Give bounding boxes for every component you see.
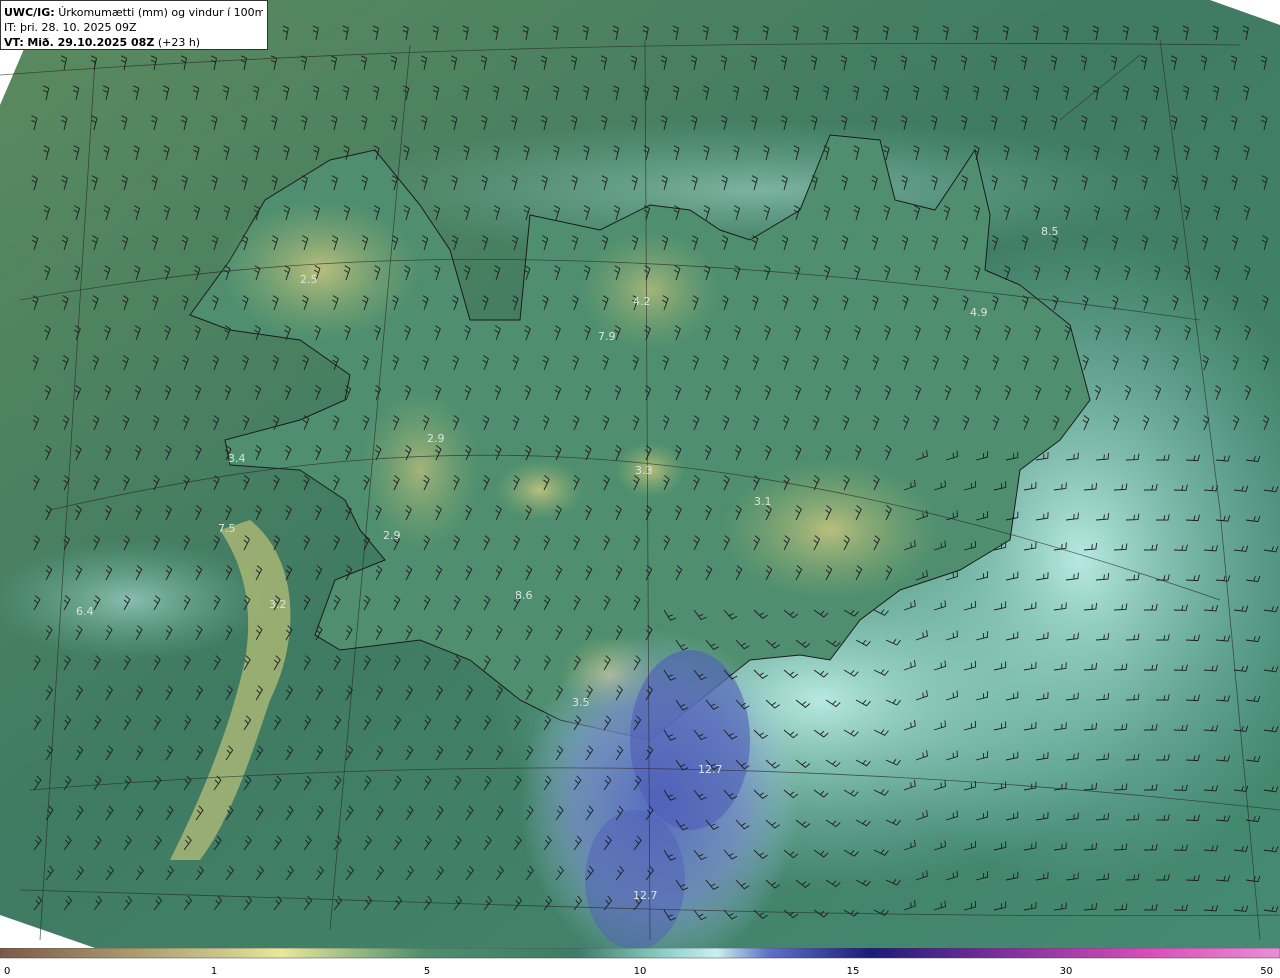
heavy-precip-core-south — [585, 810, 685, 948]
label-far-west-sea: 6.4 — [76, 605, 94, 618]
colorbar-tick-1: 1 — [211, 966, 217, 977]
label-west: 2.9 — [427, 432, 445, 445]
colorbar-tick-5: 30 — [1060, 966, 1073, 977]
label-central: 3.3 — [635, 464, 653, 477]
valid-label: VT: — [4, 36, 24, 49]
colorbar-tick-4: 15 — [847, 966, 860, 977]
map-title: Úrkomumætti (mm) og vindur í 100m hæð — [58, 6, 263, 19]
label-east: 4.9 — [970, 306, 988, 319]
heavy-precip-core — [630, 650, 750, 830]
label-reykjanes: 2.9 — [383, 529, 401, 542]
valid-time: Mið. 29.10.2025 08Z — [27, 36, 155, 49]
label-north-west: 4.2 — [633, 295, 651, 308]
label-westfjords: 2.5 — [300, 273, 318, 286]
label-south-coast: 3.5 — [572, 696, 590, 709]
header-title-line: UWC/IG: Úrkomumætti (mm) og vindur í 100… — [4, 5, 263, 20]
header-init-line: IT: þri. 28. 10. 2025 09Z — [4, 20, 263, 35]
colorbar: 0 1 5 10 15 30 50 — [0, 948, 1280, 977]
valid-offset: (+23 h) — [157, 36, 201, 49]
init-time: þri. 28. 10. 2025 09Z — [19, 21, 137, 34]
label-north: 7.9 — [598, 330, 616, 343]
label-vatnajokull: 3.1 — [754, 495, 772, 508]
colorbar-tick-0: 0 — [4, 966, 10, 977]
label-west-sea: 7.5 — [218, 522, 236, 535]
label-far-south-sea: 12.7 — [633, 889, 658, 902]
init-label: IT: — [4, 21, 17, 34]
label-south-sea: 12.7 — [698, 763, 723, 776]
colorbar-gradient — [0, 948, 1280, 959]
label-snaefellsnes: 3.4 — [228, 452, 246, 465]
label-south-central: 8.6 — [515, 589, 533, 602]
highland-vatnajokull — [720, 460, 940, 600]
model-code: UWC/IG: — [4, 6, 55, 19]
moist-band-west — [0, 540, 270, 660]
label-southwest-sea: 3.2 — [269, 598, 287, 611]
label-north-east-sea: 8.5 — [1041, 225, 1059, 238]
highland-langjokull — [495, 460, 585, 520]
colorbar-tick-3: 10 — [634, 966, 647, 977]
colorbar-tick-6: 50 — [1260, 966, 1273, 977]
highland-west — [360, 390, 480, 550]
forecast-map: 2.5 4.2 7.9 8.5 4.9 3.4 2.9 3.3 3.1 7.5 … — [0, 0, 1280, 948]
header-valid-line: VT: Mið. 29.10.2025 08Z (+23 h) — [4, 35, 263, 50]
map-header: UWC/IG: Úrkomumætti (mm) og vindur í 100… — [0, 0, 268, 50]
colorbar-tick-2: 5 — [424, 966, 430, 977]
